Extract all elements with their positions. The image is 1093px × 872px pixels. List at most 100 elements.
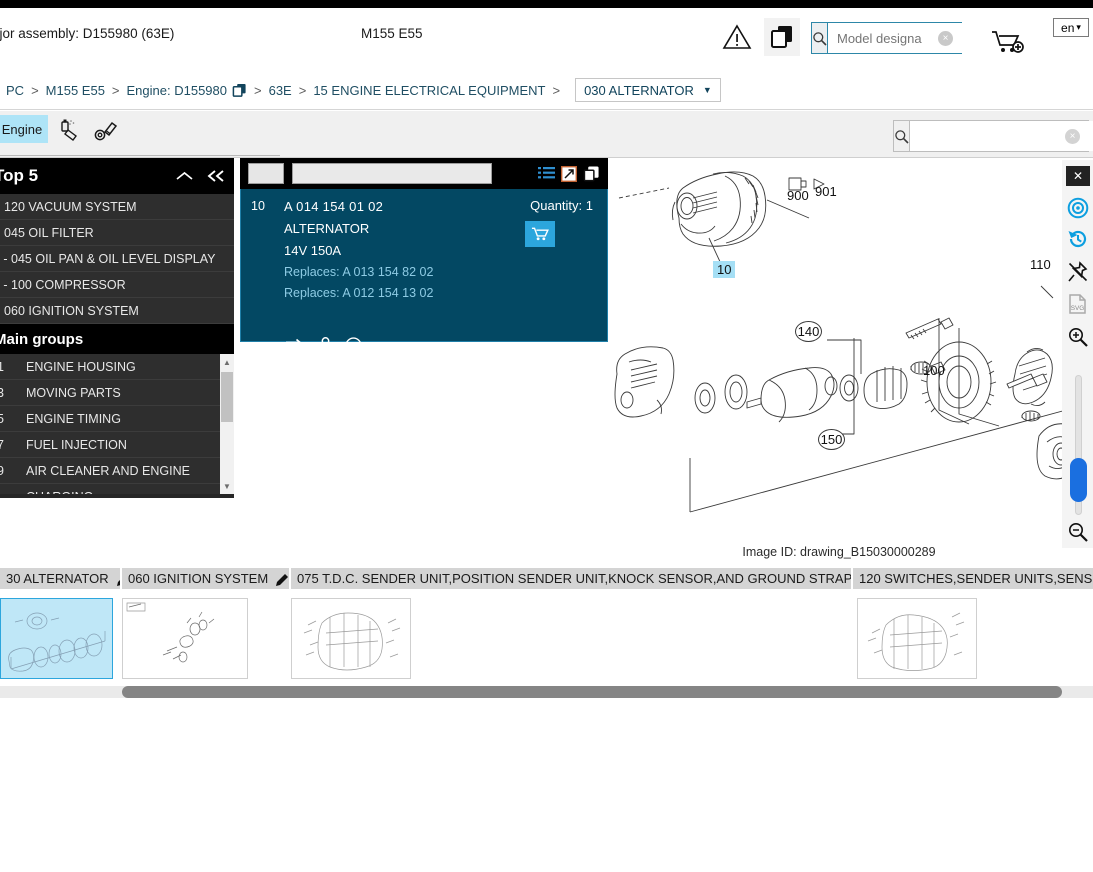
top5-item-2[interactable]: 01 - 045 OIL PAN & OIL LEVEL DISPLAY bbox=[0, 246, 234, 272]
thumbnail-column-3: 120 SWITCHES,SENDER UNITS,SENSORS bbox=[853, 568, 1093, 683]
add-to-cart-button[interactable] bbox=[525, 221, 555, 247]
main-group-item-03[interactable]: 03 MOVING PARTS bbox=[0, 380, 234, 406]
edit-icon[interactable] bbox=[116, 572, 120, 586]
thumbnail-column-0: 30 ALTERNATOR bbox=[0, 568, 120, 683]
edit-icon[interactable] bbox=[276, 572, 289, 586]
target-icon[interactable] bbox=[1066, 196, 1090, 220]
zoom-in-icon[interactable] bbox=[1066, 325, 1090, 349]
tab-engine[interactable]: Engine bbox=[0, 115, 48, 143]
close-icon[interactable]: ✕ bbox=[1066, 166, 1090, 186]
breadcrumb-item-model[interactable]: M155 E55 bbox=[46, 83, 105, 98]
svg-export-icon[interactable]: SVG bbox=[1066, 292, 1090, 316]
callout-900[interactable]: 900 bbox=[787, 188, 809, 203]
bolt-screw-icon bbox=[93, 119, 119, 143]
callout-110[interactable]: 110 bbox=[1030, 257, 1051, 272]
top5-item-0[interactable]: 4 - 120 VACUUM SYSTEM bbox=[0, 194, 234, 220]
tab-underline bbox=[0, 155, 280, 156]
main-group-item-09[interactable]: 09 AIR CLEANER AND ENGINE bbox=[0, 458, 234, 484]
breadcrumb-separator: > bbox=[552, 82, 561, 98]
thumbnail-horizontal-scrollbar[interactable] bbox=[0, 686, 1093, 698]
clear-search-icon[interactable]: × bbox=[938, 31, 953, 46]
breadcrumb-separator: > bbox=[298, 82, 307, 98]
main-groups-scrollbar[interactable]: ▲ ▼ bbox=[220, 354, 234, 494]
thumbnail-image-0[interactable] bbox=[0, 598, 113, 679]
main-groups-header: Main groups bbox=[0, 324, 234, 354]
expand-icon[interactable] bbox=[561, 165, 577, 182]
part-replaces-0[interactable]: Replaces: A 013 154 82 02 bbox=[284, 265, 433, 279]
model-search-input[interactable] bbox=[828, 23, 1013, 53]
zoom-out-icon[interactable] bbox=[1066, 520, 1090, 544]
thumbnail-caption[interactable]: 120 SWITCHES,SENDER UNITS,SENSORS bbox=[853, 568, 1093, 589]
callout-10[interactable]: 10 bbox=[713, 261, 736, 278]
top5-item-3[interactable]: 09 - 100 COMPRESSOR bbox=[0, 272, 234, 298]
breadcrumb-separator: > bbox=[254, 82, 262, 98]
thumbnail-image-1[interactable] bbox=[122, 598, 248, 679]
language-selector[interactable]: en ▾ bbox=[1053, 18, 1089, 37]
exploded-drawing[interactable]: 900 901 10 110 140 100 150 bbox=[609, 158, 1093, 548]
drawing-toolbar: ✕ SVG bbox=[1062, 160, 1093, 548]
thumbnail-caption[interactable]: 075 T.D.C. SENDER UNIT,POSITION SENDER U… bbox=[291, 568, 851, 589]
tree-search[interactable]: × bbox=[893, 120, 1093, 152]
list-view-icon[interactable] bbox=[538, 166, 555, 181]
scrollbar-thumb[interactable] bbox=[221, 372, 233, 422]
scroll-down-icon[interactable]: ▼ bbox=[220, 478, 234, 494]
breadcrumb-copy-icon[interactable] bbox=[232, 83, 247, 98]
circled-one-icon[interactable]: 1 bbox=[345, 337, 362, 354]
breadcrumb-item-engine[interactable]: Engine: D155980 bbox=[127, 83, 227, 98]
breadcrumb-item-pc[interactable]: PC bbox=[6, 83, 24, 98]
zoom-slider-handle[interactable] bbox=[1070, 458, 1087, 502]
app-header: ajor assembly: D155980 (63E) M155 E55 Mo… bbox=[0, 8, 1093, 70]
main-group-label: AIR CLEANER AND ENGINE bbox=[26, 463, 190, 478]
top5-item-4[interactable]: 5 - 060 IGNITION SYSTEM bbox=[0, 298, 234, 324]
top5-item-1[interactable]: 8 - 045 OIL FILTER bbox=[0, 220, 234, 246]
history-icon[interactable] bbox=[1066, 227, 1090, 251]
top5-item-label: 5 - 060 IGNITION SYSTEM bbox=[0, 303, 139, 318]
copy-icon[interactable] bbox=[583, 165, 600, 182]
spray-paint-icon bbox=[57, 119, 83, 143]
top5-item-label: 09 - 100 COMPRESSOR bbox=[0, 277, 126, 292]
key-icon[interactable] bbox=[317, 337, 331, 354]
parts-filter-input[interactable] bbox=[292, 163, 492, 184]
main-group-item-07[interactable]: 07 FUEL INJECTION bbox=[0, 432, 234, 458]
cart-add-icon[interactable] bbox=[990, 28, 1026, 56]
callout-100[interactable]: 100 bbox=[923, 363, 945, 378]
top5-title: Top 5 bbox=[0, 166, 39, 185]
tab-paint[interactable] bbox=[52, 117, 88, 145]
callout-150[interactable]: 150 bbox=[818, 429, 845, 450]
thumbnail-caption-label: 120 SWITCHES,SENDER UNITS,SENSORS bbox=[859, 571, 1093, 586]
unpin-icon[interactable] bbox=[1066, 260, 1090, 284]
search-icon[interactable] bbox=[894, 121, 910, 151]
scroll-up-icon[interactable]: ▲ bbox=[220, 354, 234, 370]
thumbnail-caption[interactable]: 060 IGNITION SYSTEM bbox=[122, 568, 289, 589]
copy-documents-icon[interactable] bbox=[764, 18, 800, 56]
scrollbar-thumb[interactable] bbox=[122, 686, 1062, 698]
search-icon[interactable] bbox=[812, 23, 828, 53]
breadcrumb-item-63e[interactable]: 63E bbox=[269, 83, 292, 98]
thumbnail-image-2[interactable] bbox=[291, 598, 411, 679]
thumbnail-caption[interactable]: 30 ALTERNATOR bbox=[0, 568, 120, 589]
main-group-item-01[interactable]: 01 ENGINE HOUSING bbox=[0, 354, 234, 380]
main-group-item-09-cont[interactable]: CHARGING bbox=[0, 484, 234, 494]
double-chevron-left-icon[interactable] bbox=[206, 169, 226, 183]
warning-triangle-icon[interactable] bbox=[722, 23, 752, 51]
breadcrumb-dropdown[interactable]: 030 ALTERNATOR ▼ bbox=[575, 78, 721, 102]
main-group-number: 09 bbox=[0, 463, 4, 478]
top-black-strip bbox=[0, 0, 1093, 8]
part-position: 10 bbox=[251, 199, 265, 213]
panel-select-box[interactable] bbox=[248, 163, 284, 184]
main-group-label: MOVING PARTS bbox=[26, 385, 121, 400]
main-group-number: 01 bbox=[0, 359, 4, 374]
callout-140[interactable]: 140 bbox=[795, 321, 822, 342]
main-group-item-05[interactable]: 05 ENGINE TIMING bbox=[0, 406, 234, 432]
thumbnail-image-3[interactable] bbox=[857, 598, 977, 679]
tab-fasteners[interactable] bbox=[88, 117, 124, 145]
model-search[interactable]: × bbox=[811, 22, 1013, 54]
image-id-label: Image ID: drawing_B15030000289 bbox=[742, 545, 936, 559]
breadcrumb-item-group[interactable]: 15 ENGINE ELECTRICAL EQUIPMENT bbox=[313, 83, 545, 98]
callout-901[interactable]: 901 bbox=[815, 184, 837, 199]
chevron-up-icon[interactable] bbox=[175, 170, 194, 183]
part-spec: 14V 150A bbox=[284, 243, 342, 258]
part-replaces-1[interactable]: Replaces: A 012 154 13 02 bbox=[284, 286, 433, 300]
exchange-arrows-icon[interactable] bbox=[284, 338, 303, 353]
clear-tree-search-icon[interactable]: × bbox=[1065, 129, 1080, 144]
